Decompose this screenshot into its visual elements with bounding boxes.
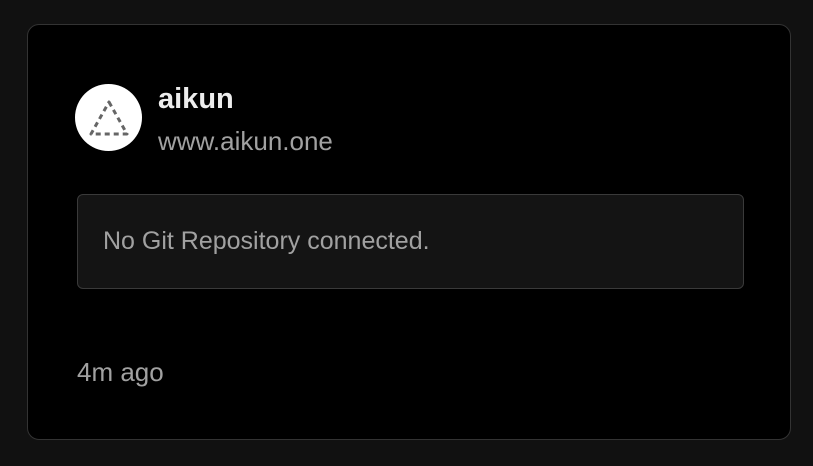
project-name[interactable]: aikun [158, 81, 234, 117]
triangle-dashed-icon [89, 100, 128, 135]
git-status-text: No Git Repository connected. [103, 227, 430, 255]
project-domain-link[interactable]: www.aikun.one [158, 125, 333, 157]
project-avatar [75, 84, 142, 151]
git-repository-status: No Git Repository connected. [77, 194, 744, 289]
project-card[interactable]: aikun www.aikun.one No Git Repository co… [27, 24, 791, 440]
last-updated-timestamp: 4m ago [77, 357, 164, 387]
